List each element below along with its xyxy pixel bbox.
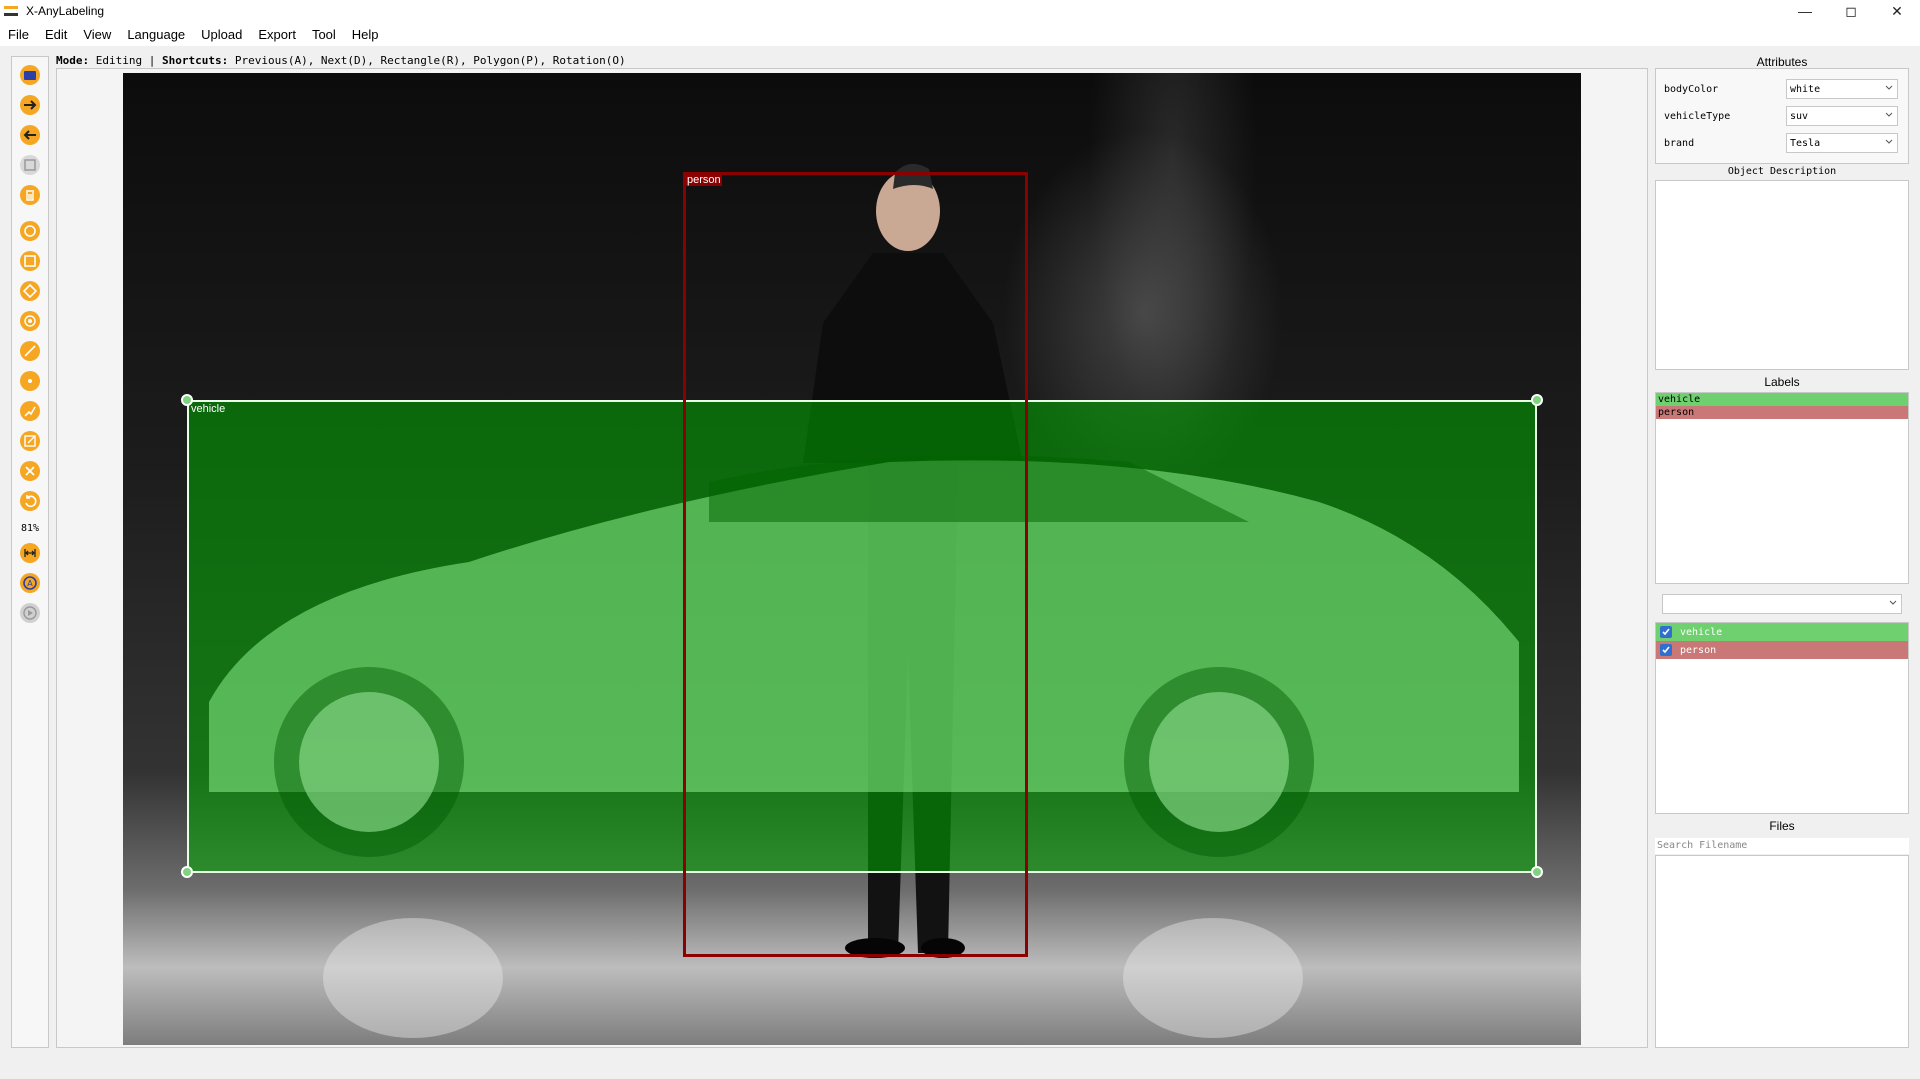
person-box-label: person (686, 174, 722, 186)
search-filename-input[interactable]: Search Filename (1655, 838, 1909, 854)
labels-title: Labels (1764, 375, 1800, 389)
object-description-title: Object Description (1727, 166, 1837, 177)
next-image-icon[interactable] (18, 93, 42, 117)
files-title: Files (1769, 819, 1795, 833)
restore-button[interactable]: ◻ (1828, 0, 1874, 22)
attr-select-vehicletype[interactable]: suv (1786, 106, 1898, 126)
label-filter-combo[interactable] (1662, 594, 1902, 614)
menu-help[interactable]: Help (352, 27, 379, 42)
files-list (1655, 855, 1909, 1048)
window-title: X-AnyLabeling (26, 4, 105, 18)
object-description-field[interactable] (1655, 180, 1909, 370)
point-icon[interactable] (18, 369, 42, 393)
attr-key: bodyColor (1664, 83, 1719, 95)
attr-value: suv (1790, 110, 1809, 122)
attr-row-bodycolor: bodyColor white (1664, 79, 1904, 99)
shape-item-label: person (1680, 644, 1717, 656)
title-bar: X-AnyLabeling — ◻ ✕ (0, 0, 1920, 22)
linestrip-icon[interactable] (18, 399, 42, 423)
menu-export[interactable]: Export (258, 27, 296, 42)
undo-icon[interactable] (18, 489, 42, 513)
vehicle-box-label: vehicle (191, 403, 226, 415)
rotation-icon[interactable] (18, 279, 42, 303)
attr-row-vehicletype: vehicleType suv (1664, 106, 1904, 126)
attr-select-brand[interactable]: Tesla (1786, 133, 1898, 153)
left-toolbar: 81% A (11, 56, 49, 1048)
checkbox-checked-icon[interactable] (1660, 626, 1672, 638)
minimize-button[interactable]: — (1782, 0, 1828, 22)
attr-row-brand: brand Tesla (1664, 133, 1904, 153)
attr-key: brand (1664, 137, 1695, 149)
run-icon[interactable] (18, 601, 42, 625)
circle-icon[interactable] (18, 309, 42, 333)
menu-file[interactable]: File (8, 27, 29, 42)
menu-view[interactable]: View (83, 27, 111, 42)
mode-label: Mode: (56, 54, 90, 67)
rectangle-icon[interactable] (18, 249, 42, 273)
shape-item-person[interactable]: person (1656, 641, 1908, 659)
line-icon[interactable] (18, 339, 42, 363)
menu-upload[interactable]: Upload (201, 27, 242, 42)
person-annotation-box[interactable]: person (683, 172, 1028, 957)
menu-tool[interactable]: Tool (312, 27, 336, 42)
attr-value: Tesla (1790, 137, 1821, 149)
attr-value: white (1790, 83, 1821, 95)
attributes-title: Attributes (1756, 55, 1808, 69)
vehicle-handle-bottom-right[interactable] (1531, 866, 1543, 878)
prev-image-icon[interactable] (18, 123, 42, 147)
menu-language[interactable]: Language (127, 27, 185, 42)
shape-item-vehicle[interactable]: vehicle (1656, 623, 1908, 641)
vehicle-handle-top-left[interactable] (181, 394, 193, 406)
attributes-panel: bodyColor white vehicleType suv brand Te… (1655, 68, 1909, 164)
edit-icon[interactable] (18, 429, 42, 453)
vehicle-handle-top-right[interactable] (1531, 394, 1543, 406)
chevron-down-icon (1885, 112, 1893, 117)
app-logo-icon (4, 6, 18, 16)
save-icon[interactable] (18, 153, 42, 177)
open-folder-icon[interactable] (18, 63, 42, 87)
shortcuts-label: Shortcuts: (161, 54, 229, 67)
polygon-icon[interactable] (18, 219, 42, 243)
shape-item-label: vehicle (1680, 626, 1723, 638)
vehicle-handle-bottom-left[interactable] (181, 866, 193, 878)
label-item-person[interactable]: person (1656, 406, 1908, 419)
zoom-level: 81% (20, 523, 40, 534)
fit-width-icon[interactable] (18, 541, 42, 565)
chevron-down-icon (1885, 139, 1893, 144)
chevron-down-icon (1889, 600, 1897, 605)
delete-file-icon[interactable] (18, 183, 42, 207)
svg-text:A: A (27, 579, 33, 588)
checkbox-checked-icon[interactable] (1660, 644, 1672, 656)
delete-shape-icon[interactable] (18, 459, 42, 483)
mode-status-line: Mode: Editing | Shortcuts: Previous(A), … (56, 54, 626, 67)
shortcuts-value: Previous(A), Next(D), Rectangle(R), Poly… (228, 54, 626, 67)
chevron-down-icon (1885, 85, 1893, 90)
close-window-button[interactable]: ✕ (1874, 0, 1920, 22)
menu-edit[interactable]: Edit (45, 27, 67, 42)
attr-select-bodycolor[interactable]: white (1786, 79, 1898, 99)
mode-value: Editing | (89, 54, 162, 67)
label-item-vehicle[interactable]: vehicle (1656, 393, 1908, 406)
shapes-list: vehicle person (1655, 622, 1909, 814)
attr-key: vehicleType (1664, 110, 1731, 122)
menu-bar: File Edit View Language Upload Export To… (0, 22, 1920, 46)
labels-list: vehicle person (1655, 392, 1909, 584)
auto-label-icon[interactable]: A (18, 571, 42, 595)
